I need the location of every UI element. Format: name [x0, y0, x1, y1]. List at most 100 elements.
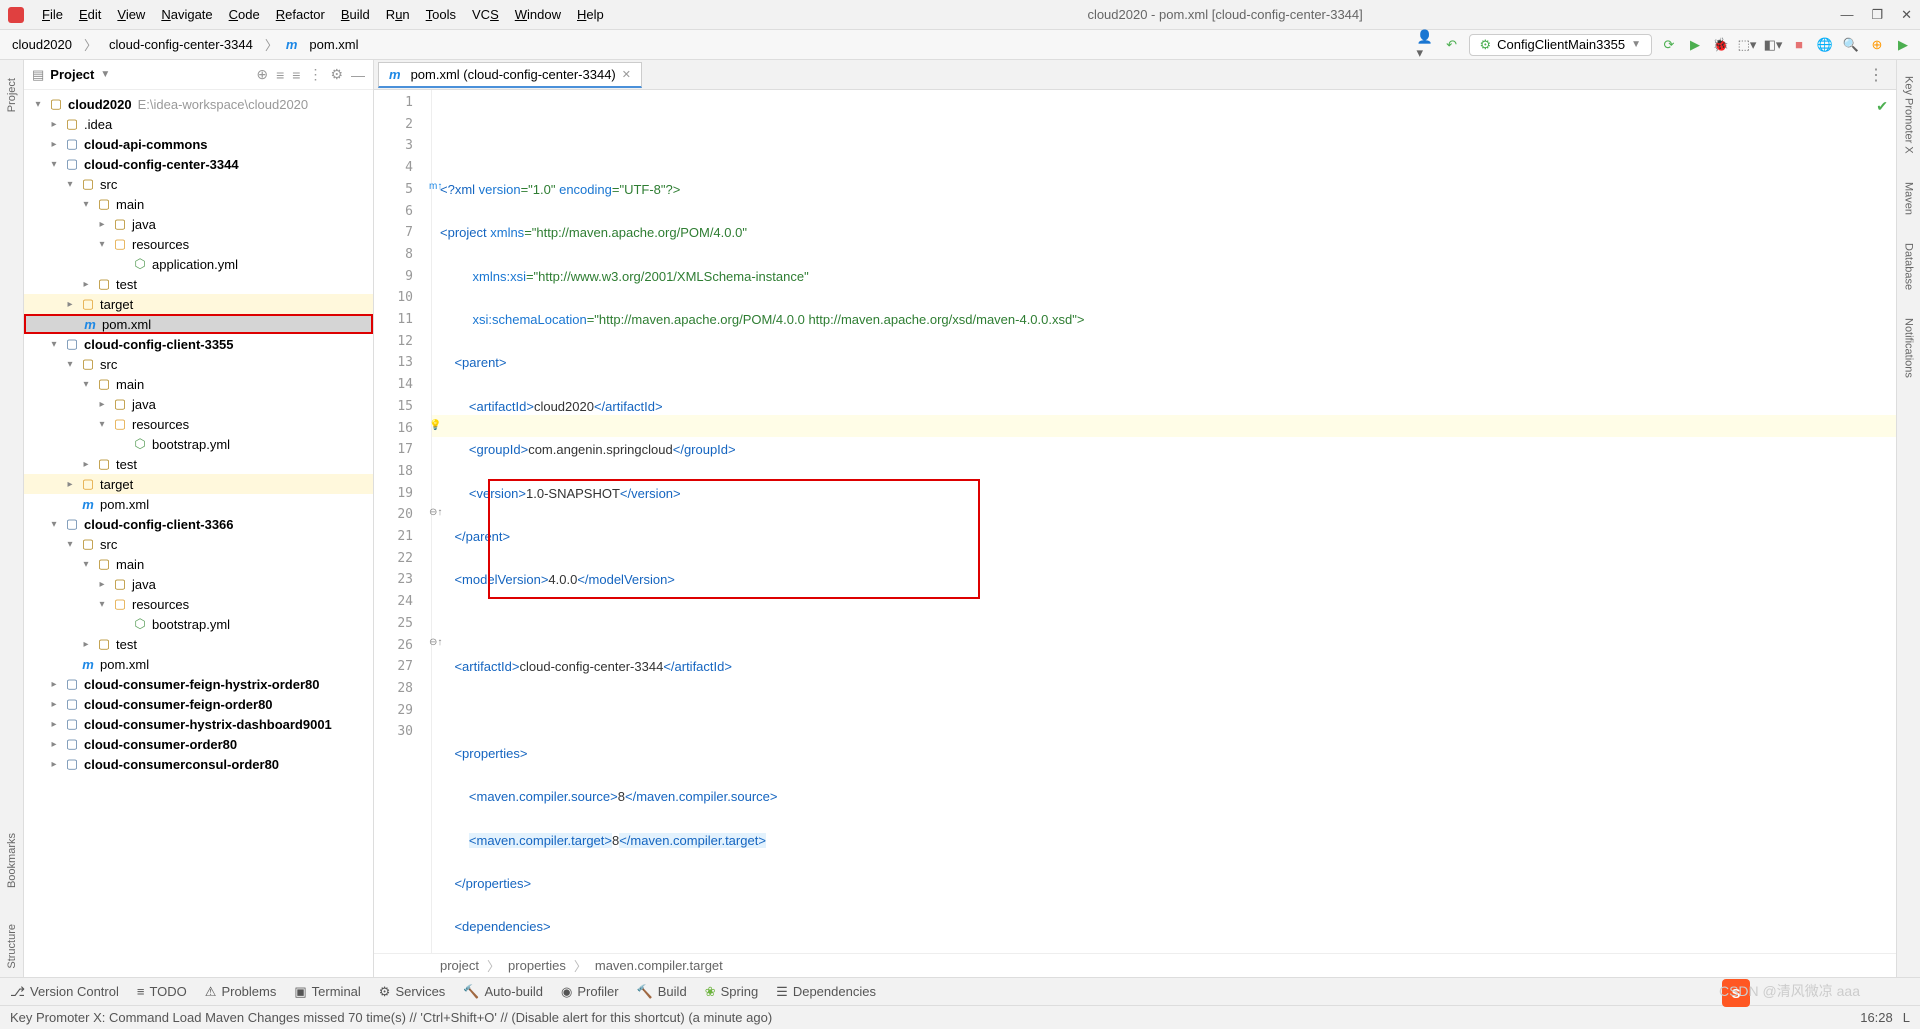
breadcrumb-file[interactable]: pom.xml [305, 35, 362, 54]
add-user-icon[interactable]: 👤▾ [1417, 36, 1435, 54]
menu-navigate[interactable]: Navigate [155, 5, 218, 24]
tree-item[interactable]: ▾▢cloud-config-center-3344 [24, 154, 373, 174]
menu-view[interactable]: View [111, 5, 151, 24]
terminal-tool-button[interactable]: ▣Terminal [294, 984, 360, 1000]
stripe-project[interactable]: Project [6, 70, 18, 120]
hide-icon[interactable]: — [351, 67, 365, 83]
editor-tab-active[interactable]: m pom.xml (cloud-config-center-3344) ✕ [378, 62, 642, 88]
services-icon: ⚙ [379, 984, 391, 1000]
tree-item[interactable]: ▾▢cloud-config-client-3355 [24, 334, 373, 354]
maximize-button[interactable]: ❐ [1871, 7, 1883, 23]
minimize-button[interactable]: — [1840, 7, 1853, 23]
tree-root[interactable]: ▾▢cloud2020E:\idea-workspace\cloud2020 [24, 94, 373, 114]
tree-item[interactable]: ▸▢java [24, 214, 373, 234]
ide-update-icon[interactable]: ⊕ [1868, 36, 1886, 54]
code-editor[interactable]: ✔ <?xml version="1.0" encoding="UTF-8"?>… [432, 90, 1896, 953]
tree-item[interactable]: ▸▢java [24, 574, 373, 594]
breadcrumb-project[interactable]: cloud2020 [8, 35, 76, 54]
tree-item[interactable]: ▾▢src [24, 534, 373, 554]
menu-window[interactable]: Window [509, 5, 567, 24]
tree-item[interactable]: ▾▢main [24, 554, 373, 574]
breadcrumb-module[interactable]: cloud-config-center-3344 [105, 35, 257, 54]
menu-run[interactable]: Run [380, 5, 416, 24]
dependencies-tool-button[interactable]: ☰Dependencies [776, 984, 876, 1000]
stripe-notifications[interactable]: Notifications [1903, 312, 1915, 384]
show-options-icon[interactable]: ⋮ [308, 66, 322, 83]
view-mode-dropdown-icon[interactable]: ▼ [100, 69, 110, 80]
tree-item[interactable]: ▾▢resources [24, 594, 373, 614]
tab-options-icon[interactable]: ⋮ [1856, 65, 1896, 85]
project-tree[interactable]: ▾▢cloud2020E:\idea-workspace\cloud2020 ▸… [24, 90, 373, 977]
problems-tool-button[interactable]: ⚠Problems [205, 984, 277, 1000]
tree-item[interactable]: ▾▢resources [24, 414, 373, 434]
tree-item[interactable]: ▸▢test [24, 274, 373, 294]
menu-file[interactable]: File [36, 5, 69, 24]
tree-item[interactable]: ▸▢test [24, 454, 373, 474]
todo-tool-button[interactable]: ≡TODO [137, 984, 187, 999]
menu-build[interactable]: Build [335, 5, 376, 24]
tree-item[interactable]: ▸▢cloud-consumer-feign-hystrix-order80 [24, 674, 373, 694]
tree-item[interactable]: ▸▢cloud-consumer-hystrix-dashboard9001 [24, 714, 373, 734]
tree-item-target[interactable]: ▸▢target [24, 474, 373, 494]
tree-item[interactable]: ▾▢src [24, 174, 373, 194]
run-configuration-dropdown[interactable]: ⚙ ConfigClientMain3355 ▼ [1469, 34, 1652, 56]
tree-item[interactable]: ▾▢src [24, 354, 373, 374]
tree-item[interactable]: ▸▢.idea [24, 114, 373, 134]
tree-item[interactable]: ▾▢main [24, 194, 373, 214]
inspection-ok-icon[interactable]: ✔ [1876, 96, 1888, 118]
menu-edit[interactable]: Edit [73, 5, 107, 24]
tree-item[interactable]: ⬡bootstrap.yml [24, 614, 373, 634]
editor-crumb[interactable]: maven.compiler.target [595, 958, 723, 973]
editor-crumb[interactable]: properties [508, 958, 566, 973]
tree-item[interactable]: ▾▢resources [24, 234, 373, 254]
select-opened-file-icon[interactable]: ⊕ [256, 66, 268, 83]
tree-item-target[interactable]: ▸▢target [24, 294, 373, 314]
stripe-bookmarks[interactable]: Bookmarks [6, 825, 18, 896]
tree-item[interactable]: mpom.xml [24, 654, 373, 674]
stripe-structure[interactable]: Structure [6, 916, 18, 977]
tree-item[interactable]: ▸▢cloud-consumer-feign-order80 [24, 694, 373, 714]
sogou-ime-icon[interactable]: S [1722, 979, 1750, 1007]
translate-icon[interactable]: 🌐 [1816, 36, 1834, 54]
profiler-icon[interactable]: ◧▾ [1764, 36, 1782, 54]
debug-icon[interactable]: 🐞 [1712, 36, 1730, 54]
menu-code[interactable]: Code [223, 5, 266, 24]
build-tool-button[interactable]: 🔨Build [637, 984, 687, 1000]
profiler-tool-button[interactable]: ◉Profiler [561, 984, 619, 1000]
tree-item[interactable]: mpom.xml [24, 494, 373, 514]
tree-item[interactable]: ▸▢cloud-consumerconsul-order80 [24, 754, 373, 774]
tree-item[interactable]: ⬡bootstrap.yml [24, 434, 373, 454]
tree-item[interactable]: ▸▢cloud-api-commons [24, 134, 373, 154]
search-icon[interactable]: 🔍 [1842, 36, 1860, 54]
menu-help[interactable]: Help [571, 5, 610, 24]
tree-item[interactable]: ▸▢cloud-consumer-order80 [24, 734, 373, 754]
back-arrow-icon[interactable]: ↶ [1443, 36, 1461, 54]
tree-item[interactable]: ▾▢main [24, 374, 373, 394]
autobuild-tool-button[interactable]: 🔨Auto-build [463, 984, 543, 1000]
close-button[interactable]: ✕ [1901, 7, 1912, 23]
stripe-maven[interactable]: Maven [1903, 176, 1915, 221]
tree-item[interactable]: ▾▢cloud-config-client-3366 [24, 514, 373, 534]
build-icon[interactable]: ⟳ [1660, 36, 1678, 54]
stop-icon[interactable]: ■ [1790, 36, 1808, 54]
tree-item[interactable]: ▸▢java [24, 394, 373, 414]
collapse-all-icon[interactable]: ≡ [292, 67, 300, 83]
editor-crumb[interactable]: project [440, 958, 479, 973]
vcs-tool-button[interactable]: ⎇Version Control [10, 984, 119, 1000]
stripe-database[interactable]: Database [1903, 237, 1915, 296]
menu-tools[interactable]: Tools [420, 5, 462, 24]
tree-item-selected-pom[interactable]: mpom.xml [24, 314, 373, 334]
run-icon[interactable]: ▶ [1686, 36, 1704, 54]
spring-tool-button[interactable]: ❀Spring [705, 984, 758, 1000]
tree-item[interactable]: ▸▢test [24, 634, 373, 654]
tree-item[interactable]: ⬡application.yml [24, 254, 373, 274]
services-tool-button[interactable]: ⚙Services [379, 984, 446, 1000]
run-anything-icon[interactable]: ▶ [1894, 36, 1912, 54]
menu-refactor[interactable]: Refactor [270, 5, 331, 24]
settings-icon[interactable]: ⚙ [330, 66, 343, 83]
stripe-key-promoter[interactable]: Key Promoter X [1903, 70, 1915, 160]
coverage-icon[interactable]: ⬚▾ [1738, 36, 1756, 54]
expand-all-icon[interactable]: ≡ [276, 67, 284, 83]
menu-vcs[interactable]: VCS [466, 5, 505, 24]
close-tab-icon[interactable]: ✕ [622, 68, 631, 81]
